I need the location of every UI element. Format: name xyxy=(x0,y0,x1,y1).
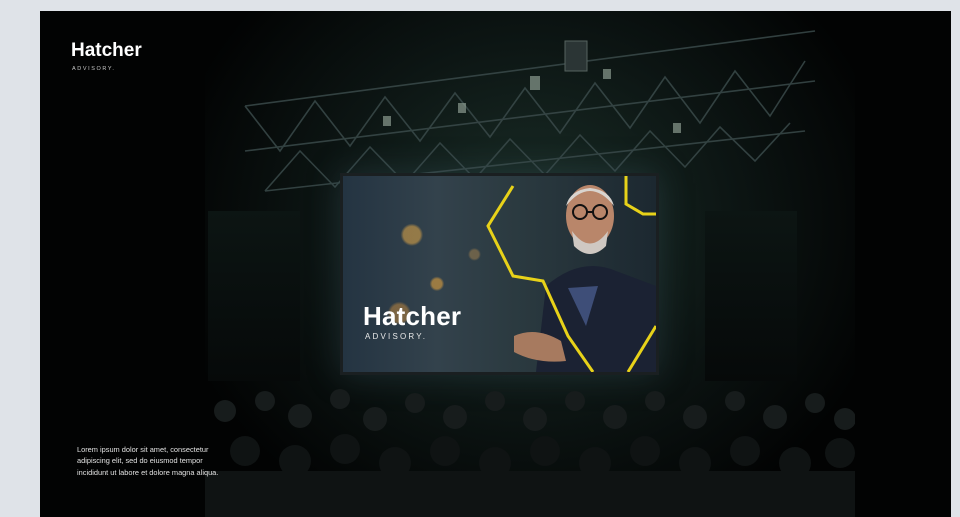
screen-logo-tagline: ADVISORY. xyxy=(365,332,428,341)
left-speaker-stack xyxy=(208,211,300,381)
brand-tagline: ADVISORY. xyxy=(72,66,116,72)
right-speaker-stack xyxy=(705,211,797,381)
caption-text: Lorem ipsum dolor sit amet, consectetur … xyxy=(77,445,219,477)
audience-silhouettes xyxy=(205,389,855,517)
photo-frame: Hatcher ADVISORY. Hatcher ADVISORY. Lore… xyxy=(40,11,951,517)
projection-screen: Hatcher ADVISORY. xyxy=(340,173,659,375)
brand-wordmark: Hatcher xyxy=(71,40,142,61)
screen-logo-wordmark: Hatcher xyxy=(363,301,462,331)
accent-line-graphic xyxy=(486,176,656,372)
